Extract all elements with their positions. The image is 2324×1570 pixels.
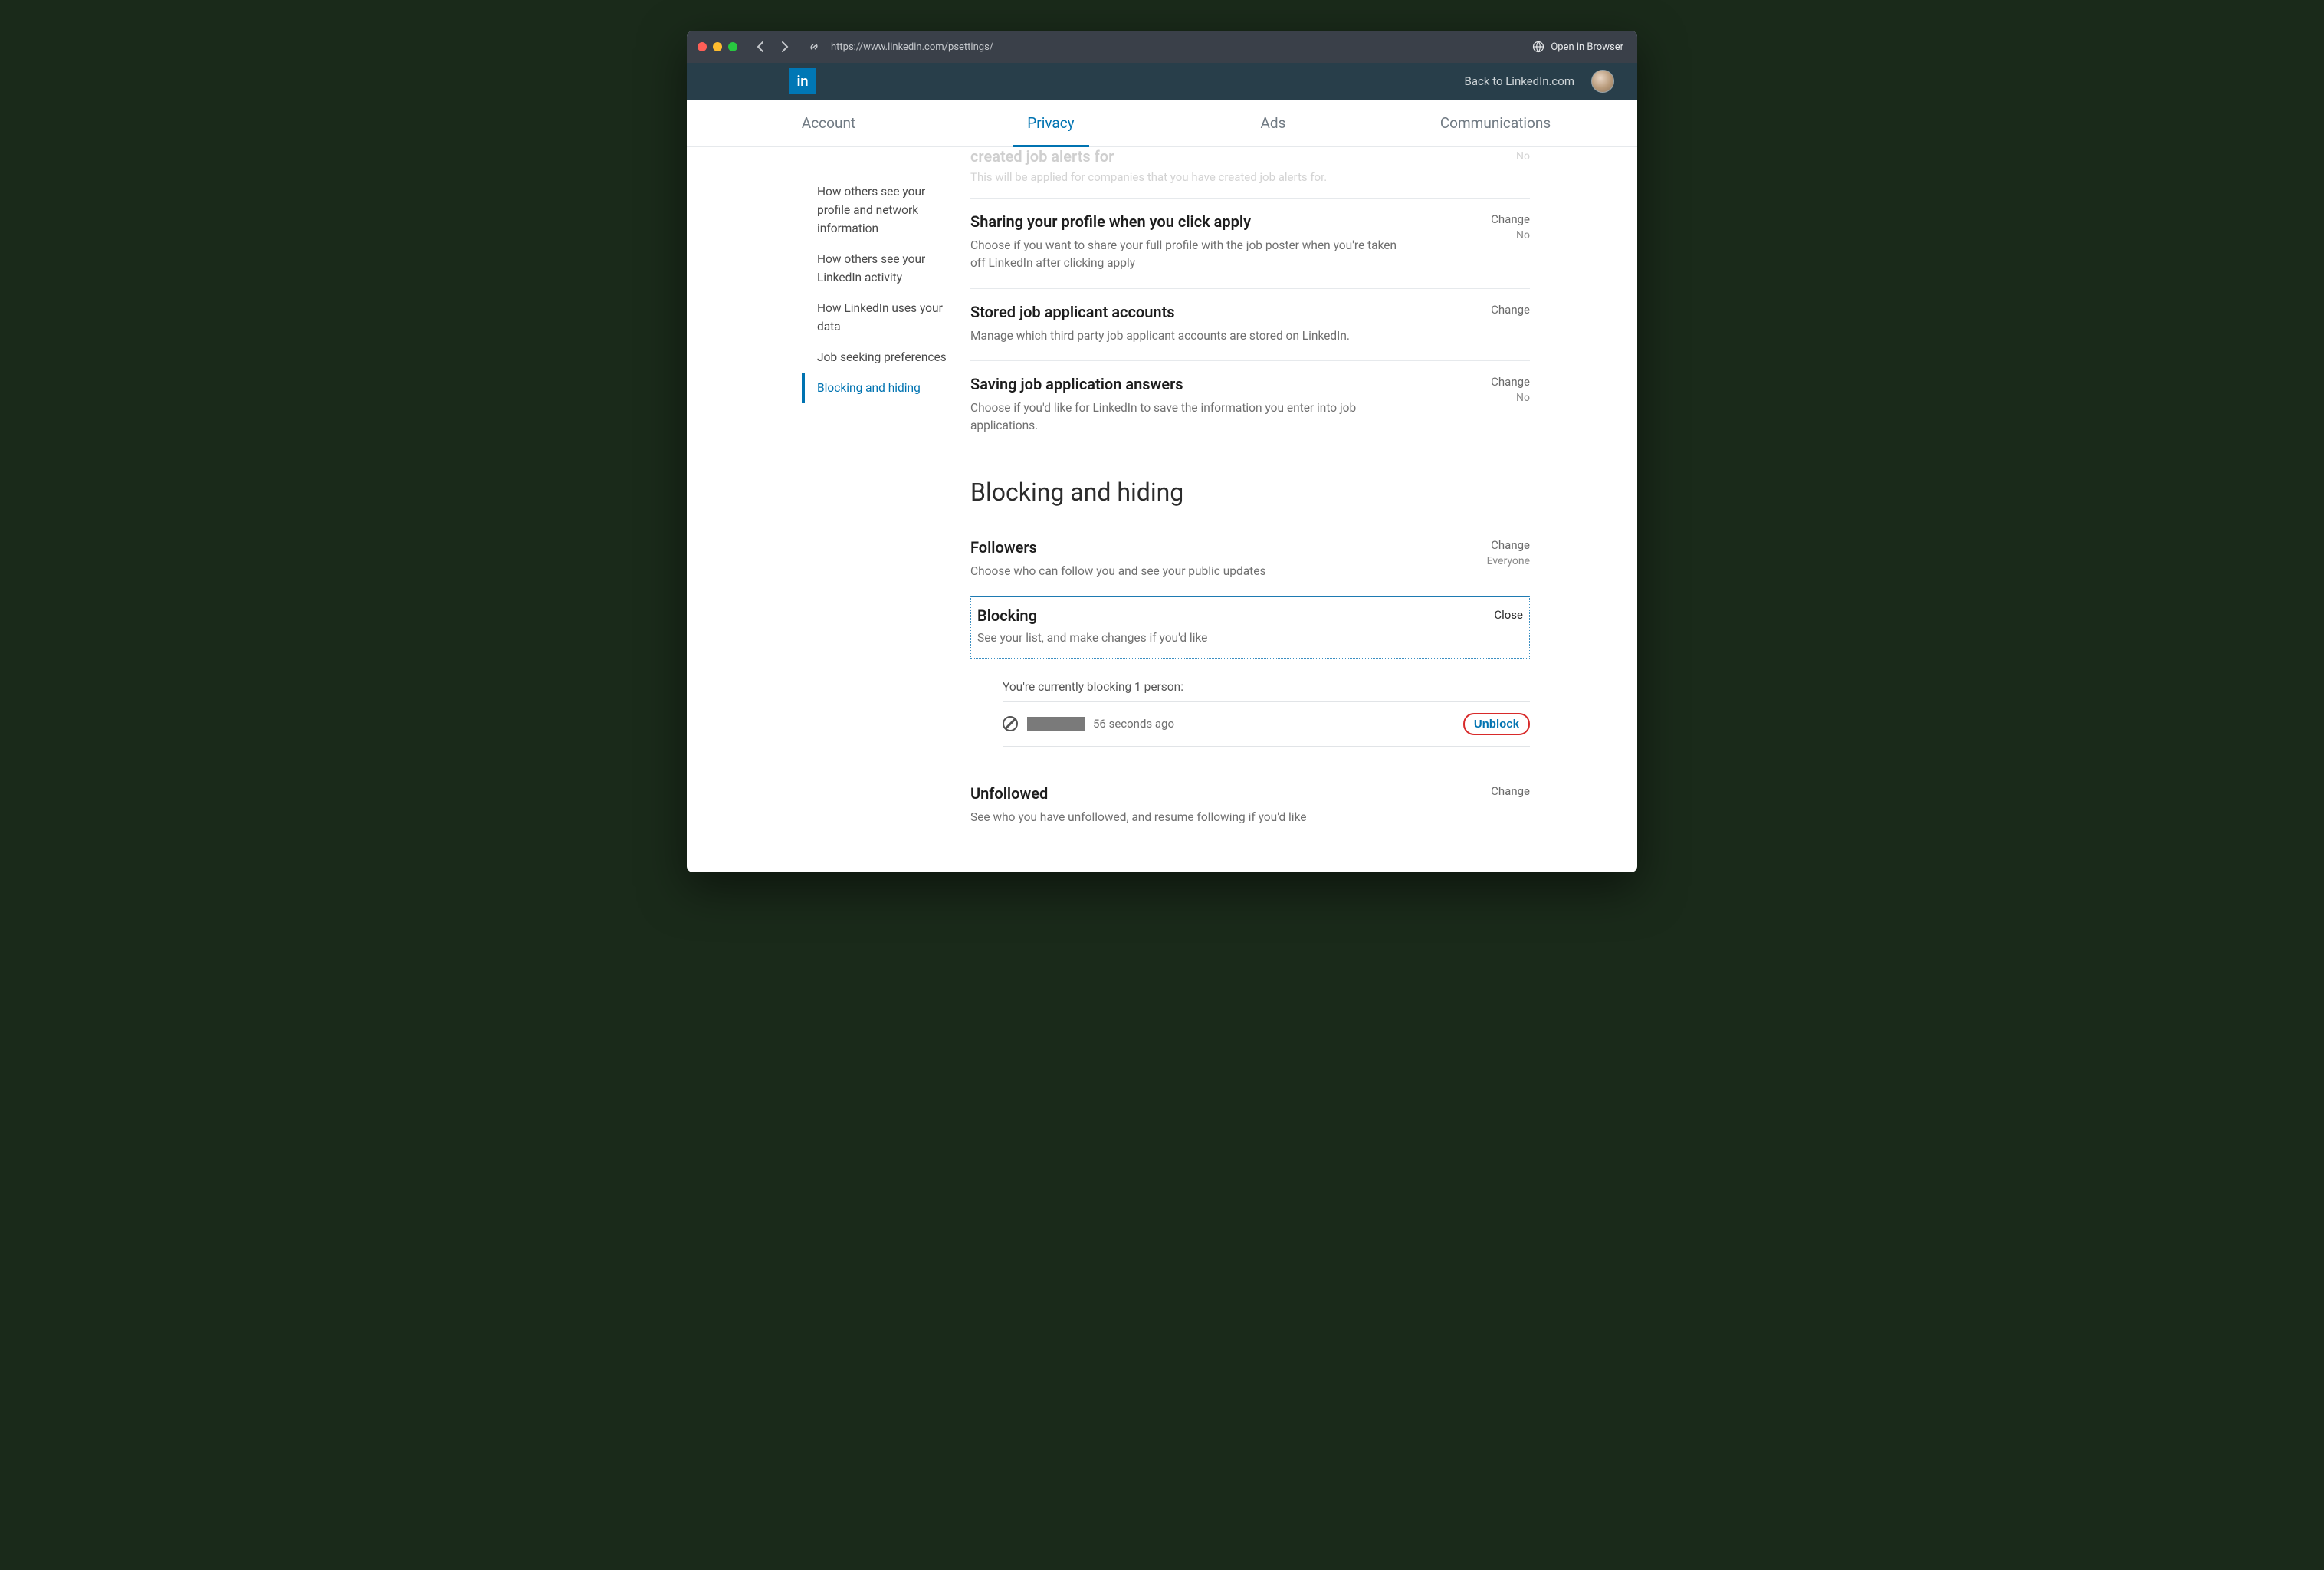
row-desc: Manage which third party job applicant a… — [970, 327, 1400, 345]
setting-row-share-profile[interactable]: Sharing your profile when you click appl… — [970, 198, 1530, 288]
row-desc: Choose who can follow you and see your p… — [970, 563, 1400, 580]
globe-icon — [1532, 41, 1544, 53]
back-button[interactable] — [751, 38, 770, 56]
setting-row-save-answers[interactable]: Saving job application answers Choose if… — [970, 360, 1530, 451]
cutoff-setting-row: created job alerts for This will be appl… — [970, 147, 1530, 198]
section-title-blocking: Blocking and hiding — [970, 478, 1530, 507]
row-title: Followers — [970, 538, 1530, 557]
minimize-window-button[interactable] — [713, 42, 722, 51]
row-title: Unfollowed — [970, 784, 1530, 803]
maximize-window-button[interactable] — [728, 42, 737, 51]
sidebar-item-job-preferences[interactable]: Job seeking preferences — [802, 342, 955, 373]
row-value: Everyone — [1487, 555, 1530, 567]
cutoff-value: No — [1516, 150, 1530, 163]
sidebar-item-blocking[interactable]: Blocking and hiding — [802, 373, 955, 403]
row-value: No — [1516, 229, 1530, 241]
row-desc: Choose if you want to share your full pr… — [970, 237, 1400, 273]
link-icon — [808, 41, 820, 53]
linkedin-logo[interactable]: in — [789, 68, 816, 94]
cutoff-desc: This will be applied for companies that … — [970, 170, 1530, 184]
row-title: Saving job application answers — [970, 375, 1530, 393]
sidebar-item-data-usage[interactable]: How LinkedIn uses your data — [802, 293, 955, 342]
tab-ads[interactable]: Ads — [1162, 100, 1384, 146]
blocked-time: 56 seconds ago — [1093, 717, 1174, 731]
forward-button[interactable] — [776, 38, 794, 56]
setting-row-followers[interactable]: Followers Choose who can follow you and … — [970, 524, 1530, 596]
blocked-icon — [1003, 716, 1018, 731]
row-title: Sharing your profile when you click appl… — [970, 212, 1530, 231]
sidebar: How others see your profile and network … — [687, 147, 970, 842]
app-window: https://www.linkedin.com/psettings/ Open… — [687, 31, 1637, 872]
change-link[interactable]: Change — [1491, 538, 1530, 552]
row-value: No — [1516, 392, 1530, 404]
sidebar-item-activity-visibility[interactable]: How others see your LinkedIn activity — [802, 244, 955, 293]
tab-communications[interactable]: Communications — [1384, 100, 1607, 146]
titlebar: https://www.linkedin.com/psettings/ Open… — [687, 31, 1637, 63]
row-desc: Choose if you'd like for LinkedIn to sav… — [970, 399, 1400, 435]
settings-tabs: Account Privacy Ads Communications — [687, 100, 1637, 147]
open-in-browser-button[interactable]: Open in Browser — [1532, 41, 1626, 53]
change-link[interactable]: Change — [1491, 375, 1530, 389]
change-link[interactable]: Change — [1491, 303, 1530, 317]
setting-row-unfollowed[interactable]: Unfollowed See who you have unfollowed, … — [970, 770, 1530, 842]
blocking-list: You're currently blocking 1 person: 56 s… — [1003, 680, 1530, 747]
blocked-name-redacted — [1027, 717, 1085, 731]
main-content: created job alerts for This will be appl… — [970, 147, 1637, 842]
unblock-button[interactable]: Unblock — [1463, 713, 1530, 735]
tab-account[interactable]: Account — [717, 100, 940, 146]
address-bar[interactable]: https://www.linkedin.com/psettings/ — [831, 41, 1526, 53]
window-controls — [698, 42, 737, 51]
row-title: Stored job applicant accounts — [970, 303, 1530, 321]
site-header: in Back to LinkedIn.com — [687, 63, 1637, 100]
close-link[interactable]: Close — [1494, 608, 1523, 622]
open-in-browser-label: Open in Browser — [1551, 41, 1623, 53]
close-window-button[interactable] — [698, 42, 707, 51]
change-link[interactable]: Change — [1491, 212, 1530, 226]
row-desc: See who you have unfollowed, and resume … — [970, 809, 1400, 826]
row-desc: See your list, and make changes if you'd… — [977, 629, 1407, 647]
blocking-list-head: You're currently blocking 1 person: — [1003, 680, 1530, 702]
setting-row-blocking-expanded: Blocking See your list, and make changes… — [970, 596, 1530, 659]
blocked-entry: 56 seconds ago Unblock — [1003, 702, 1530, 747]
back-to-linkedin-link[interactable]: Back to LinkedIn.com — [1465, 74, 1574, 88]
sidebar-item-profile-visibility[interactable]: How others see your profile and network … — [802, 176, 955, 244]
profile-avatar[interactable] — [1591, 70, 1614, 93]
row-title: Blocking — [977, 606, 1523, 625]
setting-row-stored-accounts[interactable]: Stored job applicant accounts Manage whi… — [970, 288, 1530, 360]
change-link[interactable]: Change — [1491, 784, 1530, 798]
cutoff-title: created job alerts for — [970, 147, 1530, 166]
tab-privacy[interactable]: Privacy — [940, 100, 1162, 146]
